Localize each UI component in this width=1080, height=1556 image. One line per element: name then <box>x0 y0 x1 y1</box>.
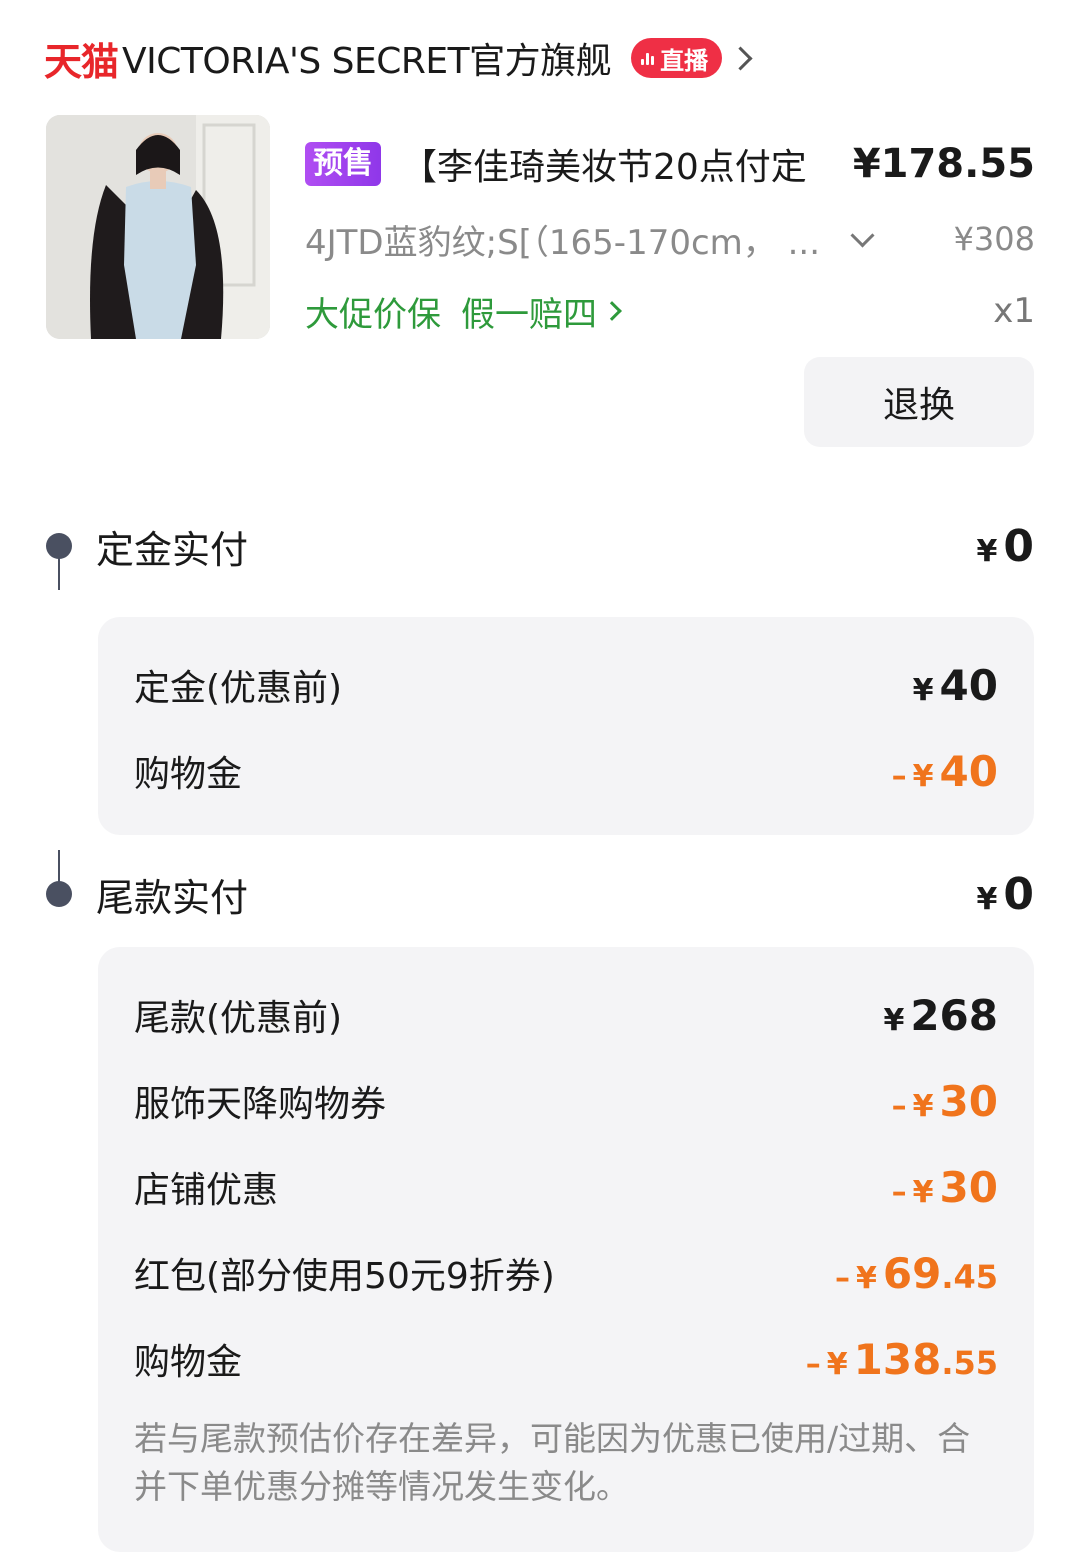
service-tag-authentic[interactable]: 假一赔四 <box>461 287 597 336</box>
row-label: 红包(部分使用50元9折券) <box>134 1256 555 1297</box>
product-image[interactable] <box>46 115 270 339</box>
row-value-discount: – ¥138.55 <box>805 1334 998 1384</box>
balance-section-amount: ¥0 <box>976 868 1035 920</box>
deposit-section-header: 定金实付 ¥0 <box>44 516 1034 576</box>
balance-section-header: 尾款实付 ¥0 <box>44 864 1034 924</box>
row-value-discount: – ¥69.45 <box>834 1248 998 1298</box>
product-title-row[interactable]: 预售 【李佳琦美妆节20点付定 ¥178.55 <box>305 140 1035 188</box>
list-item: 定金(优惠前) ¥40 <box>134 655 998 715</box>
live-bars-icon <box>641 51 655 65</box>
chevron-right-icon[interactable] <box>602 301 622 321</box>
quantity: x1 <box>993 291 1035 331</box>
list-item: 购物金 – ¥40 <box>134 741 998 801</box>
sku-selector[interactable]: 4JTD蓝豹纹;S[（165-170cm， ... <box>305 215 820 264</box>
row-label: 定金(优惠前) <box>134 668 343 709</box>
row-label: 服饰天降购物券 <box>134 1084 387 1125</box>
live-badge[interactable]: 直播 <box>631 38 723 78</box>
list-item: 购物金 – ¥138.55 <box>134 1329 998 1389</box>
chevron-right-icon[interactable] <box>728 45 753 71</box>
store-header[interactable]: 天猫 VICTORIA'S SECRET官方旗舰 直播 <box>44 30 753 86</box>
row-value-discount: – ¥30 <box>891 1162 998 1212</box>
return-exchange-button[interactable]: 退换 <box>804 357 1034 447</box>
original-price: ¥308 <box>953 220 1035 258</box>
product-photo-illustration <box>46 115 270 339</box>
service-tag-price-protect[interactable]: 大促价保 <box>305 287 441 336</box>
service-row[interactable]: 大促价保 假一赔四 x1 <box>305 287 1035 335</box>
row-value: ¥40 <box>912 660 998 710</box>
sku-row[interactable]: 4JTD蓝豹纹;S[（165-170cm， ... ¥308 <box>305 215 1035 263</box>
list-item: 店铺优惠 – ¥30 <box>134 1157 998 1217</box>
balance-breakdown-card: 尾款(优惠前) ¥268 服饰天降购物券 – ¥30 店铺优惠 – ¥30 红包(部… <box>98 947 1034 1552</box>
list-item: 服饰天降购物券 – ¥30 <box>134 1071 998 1131</box>
store-name[interactable]: VICTORIA'S SECRET官方旗舰 <box>122 32 612 84</box>
balance-section-title: 尾款实付 <box>96 875 249 920</box>
price-difference-note: 若与尾款预估价存在差异，可能因为优惠已使用/过期、合并下单优惠分摊等情况发生变化… <box>134 1419 971 1506</box>
deposit-breakdown-card: 定金(优惠前) ¥40 购物金 – ¥40 <box>98 617 1034 835</box>
list-item: 红包(部分使用50元9折券) – ¥69.45 <box>134 1243 998 1303</box>
product-title[interactable]: 【李佳琦美妆节20点付定 <box>401 138 833 190</box>
product-price: ¥178.55 <box>852 141 1035 187</box>
row-value: ¥268 <box>883 990 998 1040</box>
row-label: 店铺优惠 <box>134 1170 279 1211</box>
deposit-section-amount: ¥0 <box>976 520 1035 572</box>
presale-tag: 预售 <box>305 142 381 186</box>
row-label: 购物金 <box>134 754 243 795</box>
tmall-logo: 天猫 <box>44 39 119 84</box>
row-value-discount: – ¥30 <box>891 1076 998 1126</box>
live-badge-label: 直播 <box>660 46 709 75</box>
row-label: 购物金 <box>134 1342 243 1383</box>
list-item: 尾款(优惠前) ¥268 <box>134 985 998 1045</box>
chevron-down-icon[interactable] <box>850 222 875 248</box>
deposit-section-title: 定金实付 <box>96 527 249 572</box>
row-label: 尾款(优惠前) <box>134 998 343 1039</box>
row-value-discount: – ¥40 <box>891 746 998 796</box>
